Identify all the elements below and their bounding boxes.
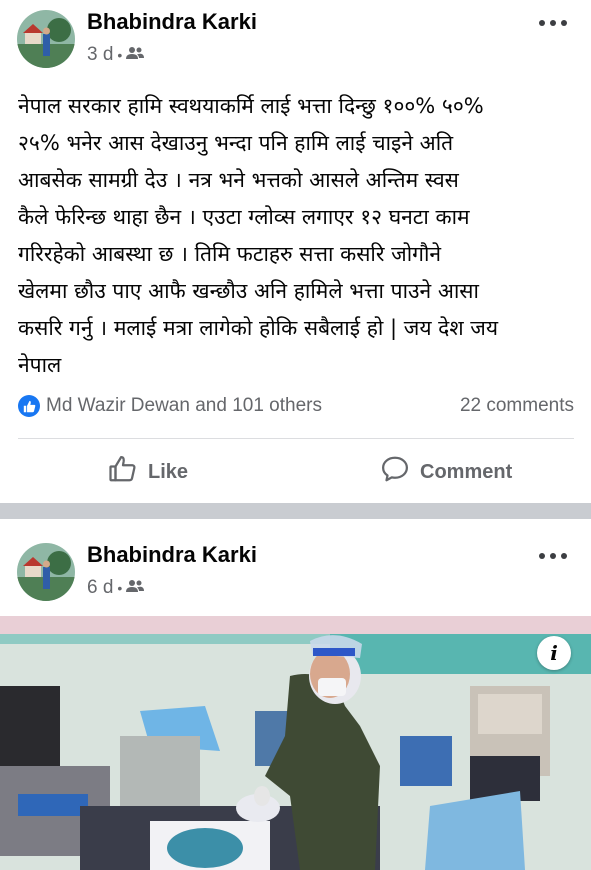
- post-text-line: खेलमा छौउ पाए आफै खन्छौउ अनि हामिले भत्त…: [18, 279, 479, 303]
- post-text: नेपाल सरकार हामि स्वथयाकर्मि लाई भत्ता द…: [18, 88, 578, 384]
- post-text-line: कसरि गर्नु । मलाई मत्रा लागेको होकि सबैल…: [18, 316, 499, 340]
- feed-separator: [0, 503, 591, 519]
- comment-bubble-icon: [380, 454, 420, 490]
- info-icon[interactable]: i: [537, 636, 571, 670]
- post-meta: 3 d •: [87, 44, 145, 66]
- post-time[interactable]: 6 d: [87, 577, 113, 599]
- post-header: Bhabindra Karki 3 d •: [0, 0, 591, 70]
- post-text-line: नेपाल: [18, 353, 62, 377]
- avatar[interactable]: [17, 10, 75, 68]
- post-meta: 6 d •: [87, 577, 145, 599]
- more-options-icon[interactable]: [539, 20, 567, 28]
- like-button[interactable]: Like: [108, 452, 188, 492]
- reactions-bar: Md Wazir Dewan and 101 others 22 comment…: [18, 392, 574, 422]
- comments-count[interactable]: 22 comments: [460, 395, 574, 417]
- reactions-summary[interactable]: Md Wazir Dewan and 101 others: [46, 395, 322, 417]
- friends-icon: [126, 44, 145, 66]
- post-header: Bhabindra Karki 6 d •: [0, 533, 591, 603]
- thumbs-up-icon: [108, 454, 148, 490]
- like-label: Like: [148, 460, 189, 483]
- post-time[interactable]: 3 d: [87, 44, 113, 66]
- divider: [18, 438, 574, 439]
- author-name[interactable]: Bhabindra Karki: [87, 9, 257, 35]
- avatar[interactable]: [17, 543, 75, 601]
- post-text-line: नेपाल सरकार हामि स्वथयाकर्मि लाई भत्ता द…: [18, 94, 484, 118]
- friends-icon: [126, 577, 145, 599]
- meta-separator-dot: •: [117, 580, 123, 596]
- post-text-line: गरिरहेको आबस्था छ । तिमि फटाहरु सत्ता कस…: [18, 242, 442, 266]
- comment-button[interactable]: Comment: [380, 452, 512, 492]
- post-text-line: कैले फेरिन्छ थाहा छैन । एउटा ग्लोव्स लगा…: [18, 205, 470, 229]
- comment-label: Comment: [420, 460, 513, 483]
- post-photo[interactable]: i: [0, 616, 591, 870]
- post-text-line: २५% भनेर आस देखाउनु भन्दा पनि हामि लाई च…: [18, 131, 454, 155]
- post-text-line: आबसेक सामग्री देउ । नत्र भने भत्तको आसले…: [18, 168, 459, 192]
- more-options-icon[interactable]: [539, 553, 567, 561]
- author-name[interactable]: Bhabindra Karki: [87, 542, 257, 568]
- meta-separator-dot: •: [117, 47, 123, 63]
- like-reaction-icon: [18, 395, 40, 417]
